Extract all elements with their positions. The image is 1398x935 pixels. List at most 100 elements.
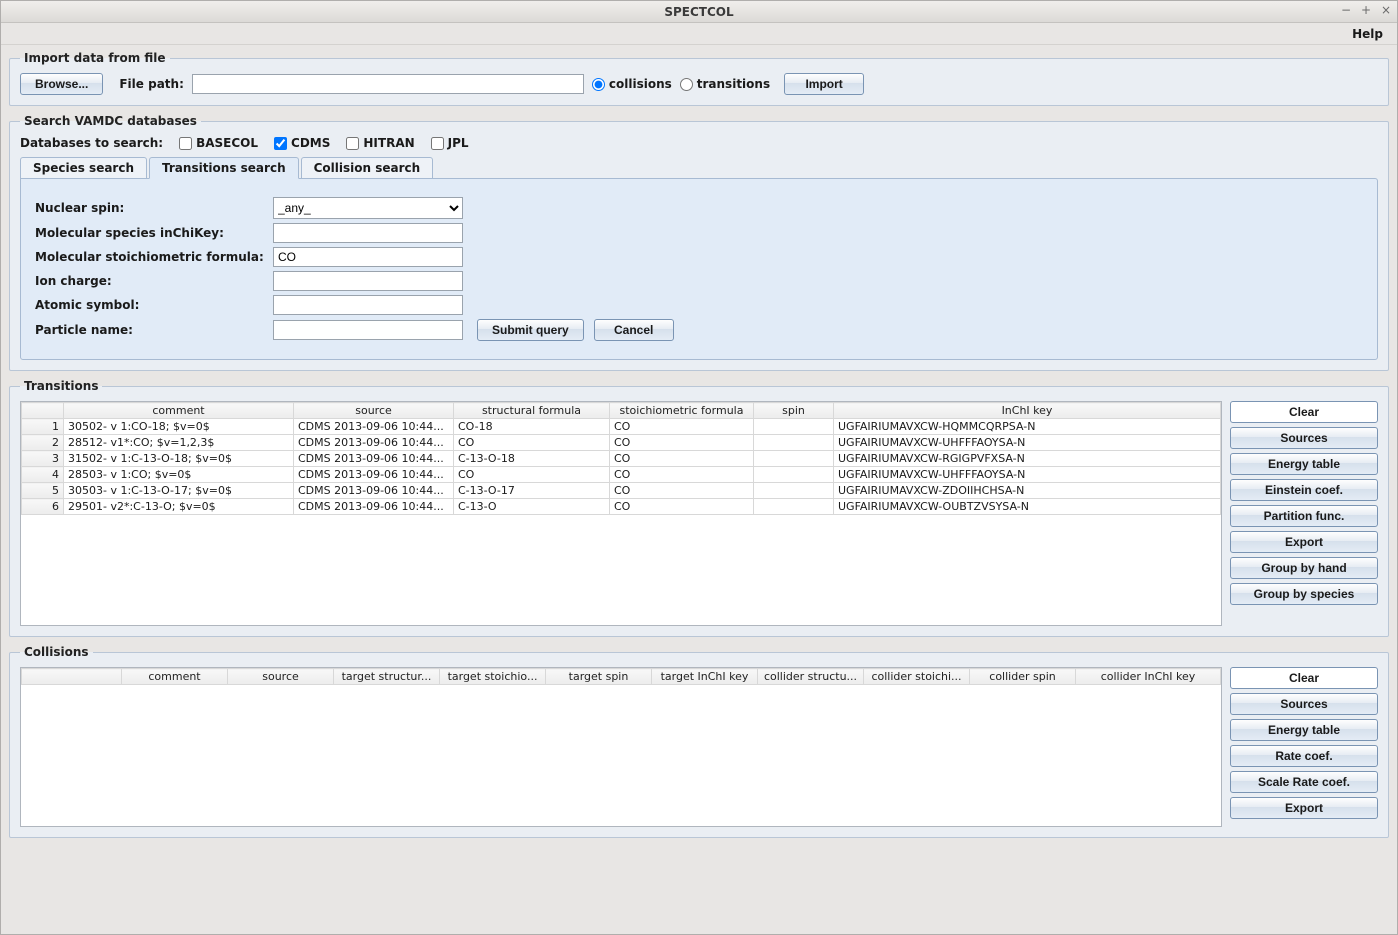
content-area: Import data from file Browse... File pat… (1, 45, 1397, 934)
transitions-einstein-button[interactable]: Einstein coef. (1230, 479, 1378, 501)
cell-source: CDMS 2013-09-06 10:44... (294, 451, 454, 467)
th-c-cinchi[interactable]: collider InChI key (1076, 669, 1221, 685)
transitions-table-wrap[interactable]: comment source structural formula stoich… (20, 401, 1222, 626)
th-c-cstoich[interactable]: collider stoichi... (864, 669, 970, 685)
cell-source: CDMS 2013-09-06 10:44... (294, 419, 454, 435)
th-structural[interactable]: structural formula (454, 403, 610, 419)
collisions-sources-button[interactable]: Sources (1230, 693, 1378, 715)
th-inchi[interactable]: InChI key (834, 403, 1221, 419)
inchikey-input[interactable] (273, 223, 463, 243)
cb-hitran[interactable] (346, 137, 359, 150)
transitions-partition-button[interactable]: Partition func. (1230, 505, 1378, 527)
cb-cdms[interactable] (274, 137, 287, 150)
transitions-energy-button[interactable]: Energy table (1230, 453, 1378, 475)
transitions-clear-button[interactable]: Clear (1230, 401, 1378, 423)
th-c-tinchi[interactable]: target InChI key (652, 669, 758, 685)
close-icon[interactable]: × (1379, 3, 1393, 17)
submit-query-button[interactable]: Submit query (477, 319, 584, 341)
cell-rownum: 5 (22, 483, 64, 499)
radio-transitions[interactable] (680, 78, 693, 91)
ion-charge-label: Ion charge: (35, 274, 273, 288)
collisions-export-button[interactable]: Export (1230, 797, 1378, 819)
tab-collision[interactable]: Collision search (301, 157, 434, 179)
cell-spin (754, 419, 834, 435)
transitions-sources-button[interactable]: Sources (1230, 427, 1378, 449)
cell-comment: 30503- v 1:C-13-O-17; $v=0$ (64, 483, 294, 499)
transitions-group-hand-button[interactable]: Group by hand (1230, 557, 1378, 579)
cell-structural: C-13-O (454, 499, 610, 515)
cell-rownum: 4 (22, 467, 64, 483)
stoichiometric-label: Molecular stoichiometric formula: (35, 250, 273, 264)
search-legend: Search VAMDC databases (20, 114, 201, 128)
th-rownum[interactable] (22, 403, 64, 419)
cb-cdms-label[interactable]: CDMS (274, 136, 330, 150)
db-label: Databases to search: (20, 136, 163, 150)
th-stoich[interactable]: stoichiometric formula (610, 403, 754, 419)
cb-basecol[interactable] (179, 137, 192, 150)
menu-help[interactable]: Help (1346, 25, 1389, 43)
th-source[interactable]: source (294, 403, 454, 419)
collisions-energy-button[interactable]: Energy table (1230, 719, 1378, 741)
th-c-rownum[interactable] (22, 669, 122, 685)
collisions-scale-rate-button[interactable]: Scale Rate coef. (1230, 771, 1378, 793)
maximize-icon[interactable]: + (1359, 3, 1373, 17)
th-c-tstruct[interactable]: target structur... (334, 669, 440, 685)
th-c-tstoich[interactable]: target stoichio... (440, 669, 546, 685)
table-row[interactable]: 228512- v1*:CO; $v=1,2,3$CDMS 2013-09-06… (22, 435, 1221, 451)
cell-stoich: CO (610, 451, 754, 467)
radio-collisions-label[interactable]: collisions (592, 77, 672, 91)
cell-spin (754, 451, 834, 467)
filepath-input[interactable] (192, 74, 584, 94)
th-c-cstruct[interactable]: collider structu... (758, 669, 864, 685)
th-spin[interactable]: spin (754, 403, 834, 419)
cb-jpl-label[interactable]: JPL (431, 136, 469, 150)
tab-transitions[interactable]: Transitions search (149, 157, 299, 179)
cancel-button[interactable]: Cancel (594, 319, 674, 341)
collisions-table-wrap[interactable]: comment source target structur... target… (20, 667, 1222, 827)
collisions-panel: Collisions comment source target struct (9, 645, 1389, 838)
cell-inchi: UGFAIRIUMAVXCW-RGIGPVFXSA-N (834, 451, 1221, 467)
table-row[interactable]: 530503- v 1:C-13-O-17; $v=0$CDMS 2013-09… (22, 483, 1221, 499)
transitions-panel: Transitions comment source structural f (9, 379, 1389, 637)
cb-hitran-label[interactable]: HITRAN (346, 136, 414, 150)
th-c-comment[interactable]: comment (122, 669, 228, 685)
th-comment[interactable]: comment (64, 403, 294, 419)
table-row[interactable]: 130502- v 1:CO-18; $v=0$CDMS 2013-09-06 … (22, 419, 1221, 435)
stoichiometric-input[interactable] (273, 247, 463, 267)
cell-rownum: 1 (22, 419, 64, 435)
table-row[interactable]: 428503- v 1:CO; $v=0$CDMS 2013-09-06 10:… (22, 467, 1221, 483)
cell-source: CDMS 2013-09-06 10:44... (294, 435, 454, 451)
cell-stoich: CO (610, 419, 754, 435)
transitions-group-species-button[interactable]: Group by species (1230, 583, 1378, 605)
transitions-export-button[interactable]: Export (1230, 531, 1378, 553)
cell-comment: 28512- v1*:CO; $v=1,2,3$ (64, 435, 294, 451)
cell-structural: CO (454, 467, 610, 483)
radio-collisions[interactable] (592, 78, 605, 91)
cell-stoich: CO (610, 467, 754, 483)
collisions-clear-button[interactable]: Clear (1230, 667, 1378, 689)
table-row[interactable]: 629501- v2*:C-13-O; $v=0$CDMS 2013-09-06… (22, 499, 1221, 515)
table-row[interactable]: 331502- v 1:C-13-O-18; $v=0$CDMS 2013-09… (22, 451, 1221, 467)
cell-stoich: CO (610, 483, 754, 499)
minimize-icon[interactable]: − (1339, 3, 1353, 17)
cell-structural: CO-18 (454, 419, 610, 435)
radio-transitions-label[interactable]: transitions (680, 77, 770, 91)
cb-jpl[interactable] (431, 137, 444, 150)
cb-basecol-label[interactable]: BASECOL (179, 136, 258, 150)
nuclear-spin-select[interactable]: _any_ (273, 197, 463, 219)
th-c-source[interactable]: source (228, 669, 334, 685)
ion-charge-input[interactable] (273, 271, 463, 291)
browse-button[interactable]: Browse... (20, 73, 103, 95)
collisions-rate-button[interactable]: Rate coef. (1230, 745, 1378, 767)
cell-comment: 30502- v 1:CO-18; $v=0$ (64, 419, 294, 435)
tab-species[interactable]: Species search (20, 157, 147, 179)
atomic-symbol-input[interactable] (273, 295, 463, 315)
cell-inchi: UGFAIRIUMAVXCW-HQMMCQRPSA-N (834, 419, 1221, 435)
transitions-table: comment source structural formula stoich… (21, 402, 1221, 515)
th-c-cspin[interactable]: collider spin (970, 669, 1076, 685)
particle-name-input[interactable] (273, 320, 463, 340)
import-button[interactable]: Import (784, 73, 864, 95)
collisions-legend: Collisions (20, 645, 93, 659)
th-c-tspin[interactable]: target spin (546, 669, 652, 685)
cell-stoich: CO (610, 499, 754, 515)
